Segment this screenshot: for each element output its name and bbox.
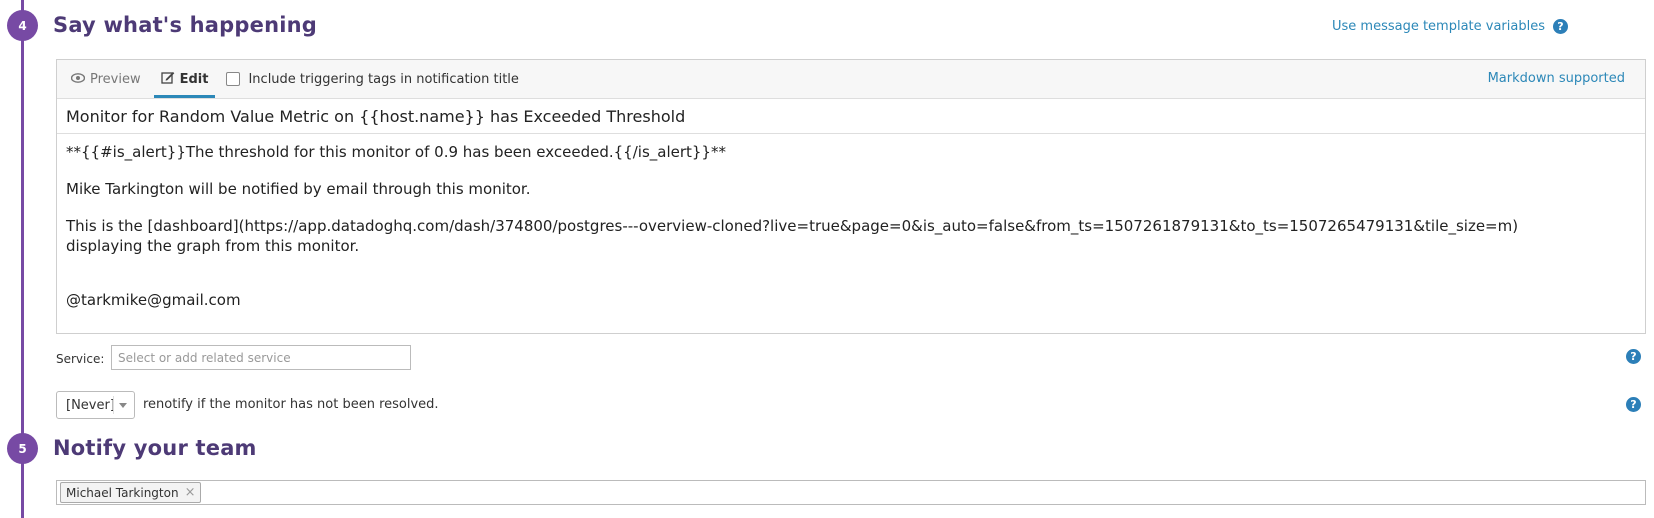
notify-recipients-input[interactable]: Michael Tarkington × bbox=[56, 480, 1646, 505]
recipient-tag: Michael Tarkington × bbox=[60, 482, 202, 503]
step-4-badge: 4 bbox=[7, 10, 38, 41]
message-editor: Preview Edit Include triggering tags in … bbox=[56, 59, 1646, 334]
edit-icon bbox=[160, 71, 175, 88]
template-variables-link[interactable]: Use message template variables ? bbox=[1332, 19, 1568, 34]
notification-body-textarea[interactable]: **{{#is_alert}}The threshold for this mo… bbox=[57, 134, 1645, 335]
renotify-select[interactable]: [Never] bbox=[56, 391, 135, 419]
include-tags-option[interactable]: Include triggering tags in notification … bbox=[226, 71, 519, 87]
body-line: **{{#is_alert}}The threshold for this mo… bbox=[66, 143, 726, 161]
tab-edit[interactable]: Edit bbox=[151, 60, 219, 98]
chevron-down-icon bbox=[119, 403, 127, 408]
close-icon[interactable]: × bbox=[185, 485, 196, 500]
question-icon[interactable]: ? bbox=[1626, 349, 1641, 364]
section-title-say: Say what's happening bbox=[53, 13, 318, 37]
service-input[interactable]: Select or add related service bbox=[111, 345, 411, 370]
include-tags-checkbox[interactable] bbox=[226, 72, 241, 86]
tab-preview-label: Preview bbox=[90, 71, 141, 87]
service-label: Service: bbox=[56, 352, 105, 366]
markdown-supported-link[interactable]: Markdown supported bbox=[1488, 71, 1625, 86]
editor-toolbar: Preview Edit Include triggering tags in … bbox=[57, 60, 1645, 99]
step-5-badge: 5 bbox=[7, 433, 38, 464]
section-title-notify: Notify your team bbox=[53, 436, 257, 460]
eye-icon bbox=[70, 72, 86, 87]
renotify-description: renotify if the monitor has not been res… bbox=[143, 397, 439, 412]
include-tags-label: Include triggering tags in notification … bbox=[248, 71, 519, 87]
notification-title-input[interactable]: Monitor for Random Value Metric on {{hos… bbox=[57, 99, 1645, 134]
template-variables-label[interactable]: Use message template variables bbox=[1332, 19, 1545, 34]
recipient-tag-label: Michael Tarkington bbox=[66, 485, 179, 500]
tab-preview[interactable]: Preview bbox=[61, 60, 151, 98]
question-icon[interactable]: ? bbox=[1553, 19, 1568, 34]
body-line: This is the [dashboard](https://app.data… bbox=[66, 217, 1519, 235]
question-icon[interactable]: ? bbox=[1626, 397, 1641, 412]
body-line: Mike Tarkington will be notified by emai… bbox=[66, 180, 531, 198]
renotify-selected-value: [Never] bbox=[66, 397, 115, 413]
body-line: displaying the graph from this monitor. bbox=[66, 237, 360, 255]
tab-edit-label: Edit bbox=[179, 71, 209, 87]
select-divider bbox=[113, 396, 114, 414]
body-line: @tarkmike@gmail.com bbox=[66, 291, 241, 309]
